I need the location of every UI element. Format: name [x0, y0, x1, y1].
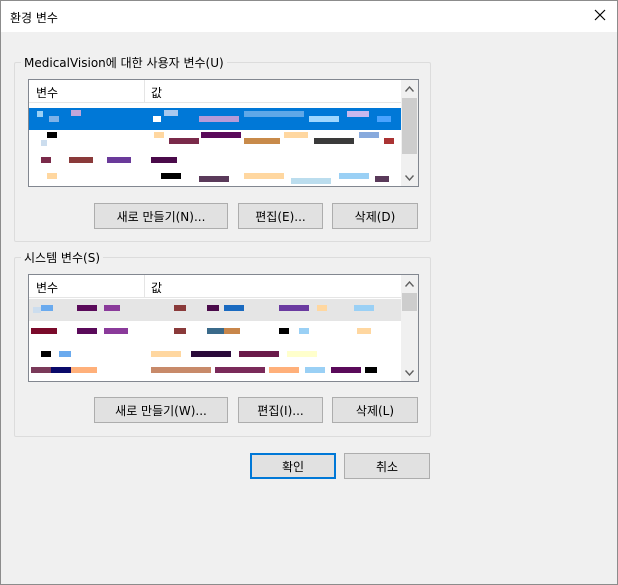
user-delete-button[interactable]: 삭제(D): [332, 203, 418, 229]
scroll-thumb[interactable]: [402, 98, 417, 154]
scroll-up-arrow-icon[interactable]: [401, 275, 418, 292]
close-icon: [594, 9, 606, 24]
user-variables-list[interactable]: 변수 값: [28, 79, 419, 187]
list-item[interactable]: [29, 130, 401, 152]
scroll-down-arrow-icon[interactable]: [401, 169, 418, 186]
column-header-value[interactable]: 값: [151, 279, 162, 296]
system-variables-list[interactable]: 변수 값: [28, 274, 419, 382]
ok-button[interactable]: 확인: [250, 453, 336, 479]
user-variables-scrollbar[interactable]: [401, 80, 418, 186]
window-title: 환경 변수: [10, 11, 58, 25]
scroll-thumb[interactable]: [402, 293, 417, 311]
system-new-button[interactable]: 새로 만들기(W)...: [94, 397, 228, 423]
system-variables-group-label: 시스템 변수(S): [21, 249, 103, 266]
list-item-highlighted[interactable]: [29, 299, 401, 321]
system-edit-button[interactable]: 편집(I)...: [238, 397, 323, 423]
user-new-button[interactable]: 새로 만들기(N)...: [94, 203, 228, 229]
environment-variables-dialog: 환경 변수 MedicalVision에 대한 사용자 변수(U) 변수 값 새…: [0, 0, 618, 585]
close-button[interactable]: [583, 1, 617, 32]
list-item[interactable]: [29, 321, 401, 343]
scroll-down-arrow-icon[interactable]: [401, 364, 418, 381]
scroll-up-arrow-icon[interactable]: [401, 80, 418, 97]
column-header-value[interactable]: 값: [151, 84, 162, 101]
column-header-name[interactable]: 변수: [36, 84, 58, 101]
list-item[interactable]: [29, 170, 401, 186]
title-bar: 환경 변수: [1, 1, 617, 32]
list-item-selected[interactable]: [29, 108, 401, 130]
system-variables-list-header: 변수 값: [29, 275, 401, 298]
user-variables-list-header: 변수 값: [29, 80, 401, 103]
list-item[interactable]: [29, 365, 401, 381]
cancel-button[interactable]: 취소: [344, 453, 430, 479]
user-edit-button[interactable]: 편집(E)...: [238, 203, 323, 229]
system-delete-button[interactable]: 삭제(L): [332, 397, 418, 423]
column-header-name[interactable]: 변수: [36, 279, 58, 296]
system-variables-scrollbar[interactable]: [401, 275, 418, 381]
user-variables-group-label: MedicalVision에 대한 사용자 변수(U): [21, 54, 227, 71]
